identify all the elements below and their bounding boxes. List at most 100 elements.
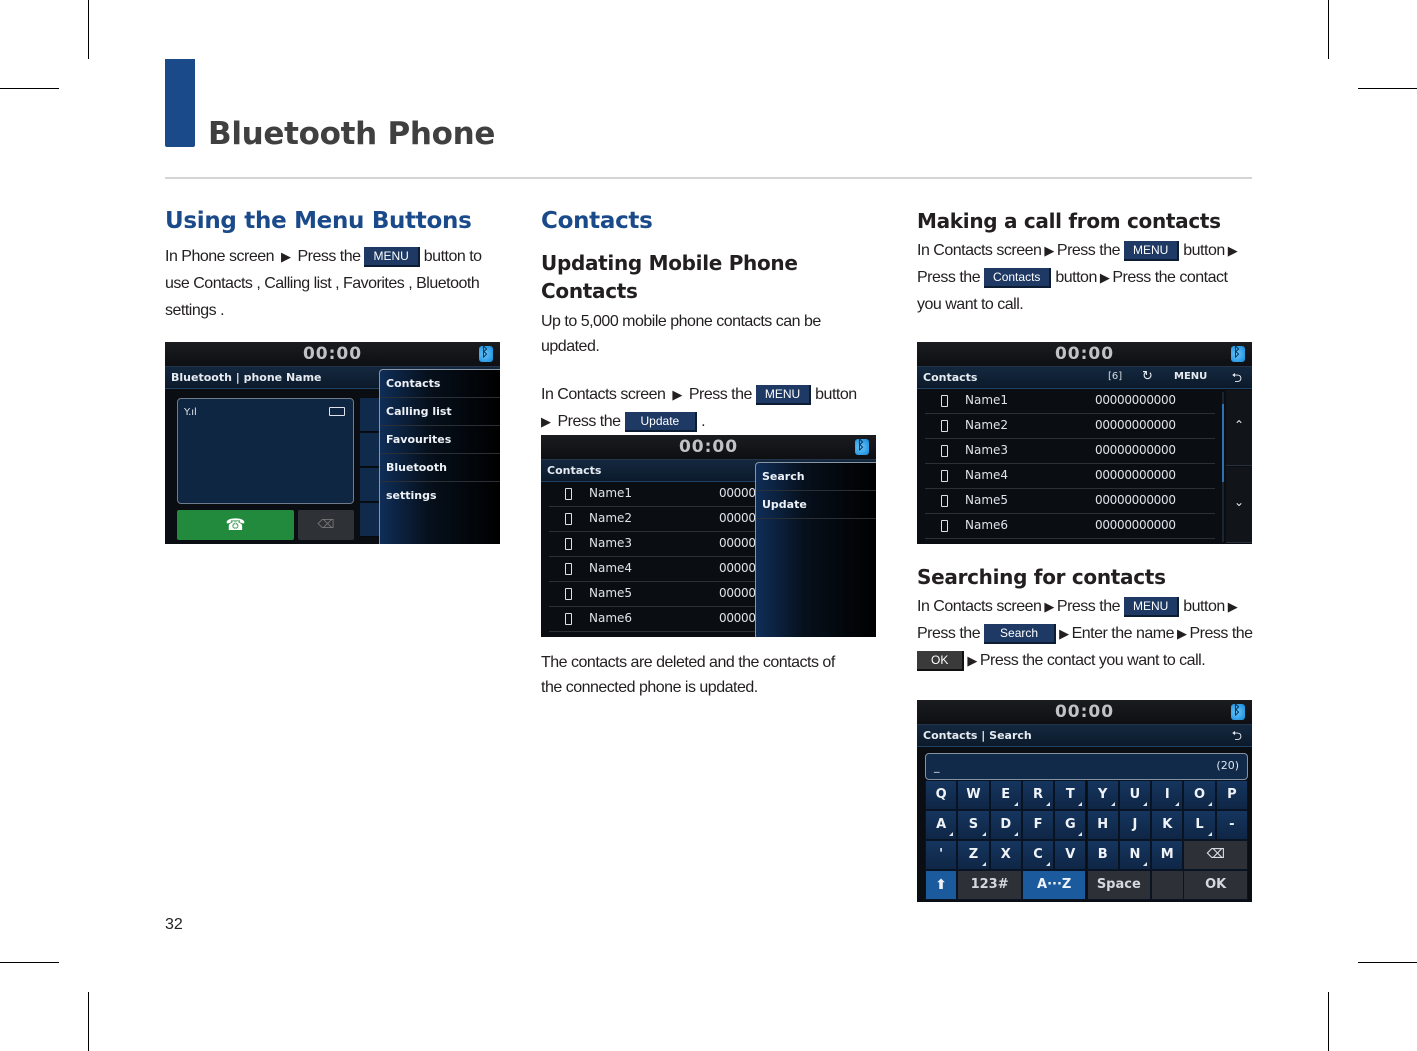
contact-row[interactable]: Name4 00000000000 xyxy=(925,464,1215,489)
key-b[interactable]: B xyxy=(1086,840,1119,870)
shift-key[interactable]: ⬆ xyxy=(925,870,958,900)
key-a-to-z[interactable]: A···Z xyxy=(1021,870,1087,900)
mobile-phone-icon xyxy=(565,513,572,525)
menu-item-calling-list[interactable]: Calling list xyxy=(380,398,500,426)
key-u[interactable]: U xyxy=(1118,780,1152,810)
instructions: In Phone screen ▶ Press the MENU button … xyxy=(165,243,501,324)
contact-row[interactable]: Name1 00000000000 xyxy=(925,389,1215,414)
contacts-list-screen-mockup: 00:00 Contacts [6] ↻ MENU ⮌ Name1 0000000… xyxy=(917,342,1252,544)
crop-mark xyxy=(88,0,89,59)
key-w[interactable]: W xyxy=(957,780,990,810)
search-input[interactable]: _ (20) xyxy=(925,753,1248,780)
contact-row[interactable]: Name3 00000000000 xyxy=(925,439,1215,464)
key-g[interactable]: G xyxy=(1054,810,1087,840)
key-m[interactable]: M xyxy=(1151,840,1184,870)
menu-item-search[interactable]: Search xyxy=(756,463,876,491)
backspace-key[interactable]: ⌫ xyxy=(1183,840,1248,870)
menu-item-update[interactable]: Update xyxy=(756,491,876,519)
column-call-from-contacts: Making a call from contacts In Contacts … xyxy=(917,205,1253,318)
key-r[interactable]: R xyxy=(1021,780,1055,810)
menu-button[interactable]: MENU xyxy=(1174,371,1207,382)
side-button[interactable] xyxy=(360,468,380,502)
ok-key[interactable]: OK xyxy=(1183,870,1248,900)
key-o[interactable]: O xyxy=(1183,780,1216,810)
header-divider xyxy=(165,177,1252,179)
key-h[interactable]: H xyxy=(1086,810,1119,840)
back-icon[interactable]: ⮌ xyxy=(1232,727,1242,749)
update-note: The contacts are deleted and the contact… xyxy=(541,654,835,696)
side-button[interactable] xyxy=(360,503,380,537)
menu-popup: Contacts Calling list Favourites Bluetoo… xyxy=(379,369,500,544)
status-bar: 00:00 xyxy=(917,700,1252,725)
key-s[interactable]: S xyxy=(957,810,990,840)
call-button[interactable]: ☎ xyxy=(177,510,294,540)
scrollbar[interactable] xyxy=(1222,392,1224,542)
menu-item-contacts[interactable]: Contacts xyxy=(380,370,500,398)
contact-name: Name1 xyxy=(589,486,633,500)
key-c[interactable]: C xyxy=(1021,840,1055,870)
contact-number: 00000000000 xyxy=(1095,493,1176,507)
key-n[interactable]: N xyxy=(1118,840,1152,870)
back-icon[interactable]: ⮌ xyxy=(1232,369,1242,391)
key-d[interactable]: D xyxy=(989,810,1022,840)
contact-number: 00000 xyxy=(719,511,756,525)
page-number: 32 xyxy=(165,916,183,933)
key-v[interactable]: V xyxy=(1054,840,1087,870)
screen-title-bar: Contacts | Search ⮌ xyxy=(917,725,1252,747)
screen-title-bar: Contacts [6] ↻ MENU ⮌ xyxy=(917,367,1252,389)
key-x[interactable]: X xyxy=(989,840,1022,870)
key-123-symbols[interactable]: 123# xyxy=(957,870,1022,900)
contact-row[interactable]: Name2 00000000000 xyxy=(925,414,1215,439)
side-button[interactable] xyxy=(360,433,380,467)
key-y[interactable]: Y xyxy=(1086,780,1119,810)
contacts-button-label: Contacts xyxy=(984,268,1052,288)
status-bar: 00:00 xyxy=(541,435,876,460)
key-f[interactable]: F xyxy=(1021,810,1055,840)
space-key[interactable]: Space xyxy=(1086,870,1152,900)
contact-number: 00000000000 xyxy=(1095,518,1176,532)
key-apostrophe[interactable]: ' xyxy=(925,840,958,870)
key-q[interactable]: Q xyxy=(925,780,958,810)
mobile-phone-icon xyxy=(565,538,572,550)
contact-row[interactable]: Name6 00000000000 xyxy=(925,514,1215,539)
mobile-phone-icon xyxy=(941,395,948,407)
instruction-text: Press the contact you want to call. xyxy=(979,652,1206,669)
scrollbar-thumb[interactable] xyxy=(1222,404,1224,482)
contact-row[interactable]: Name5 00000000000 xyxy=(925,489,1215,514)
mobile-phone-icon xyxy=(941,470,948,482)
menu-item-bluetooth-settings[interactable]: Bluetooth settings xyxy=(380,454,500,502)
delete-button[interactable]: ⌫ xyxy=(298,510,354,540)
scroll-up-button[interactable]: ⌃ xyxy=(1226,390,1252,466)
key-l[interactable]: L xyxy=(1183,810,1216,840)
mobile-phone-icon xyxy=(941,520,948,532)
clock: 00:00 xyxy=(678,437,739,457)
key-i[interactable]: I xyxy=(1151,780,1184,810)
mobile-phone-icon xyxy=(565,563,572,575)
key-a[interactable]: A xyxy=(925,810,958,840)
arrow-icon: ▶ xyxy=(280,249,291,264)
scroll-down-button[interactable]: ⌄ xyxy=(1226,467,1252,543)
menu-button-label: MENU xyxy=(1123,241,1180,261)
key-e[interactable]: E xyxy=(989,780,1022,810)
key-k[interactable]: K xyxy=(1151,810,1184,840)
side-button[interactable] xyxy=(360,398,380,432)
mobile-phone-icon xyxy=(941,495,948,507)
key-z[interactable]: Z xyxy=(957,840,990,870)
bluetooth-icon xyxy=(479,345,493,362)
contact-name: Name5 xyxy=(589,586,633,600)
status-bar: 00:00 xyxy=(917,342,1252,367)
arrow-icon: ▶ xyxy=(967,653,977,668)
menu-item-favourites[interactable]: Favourites xyxy=(380,426,500,454)
contact-name: Name4 xyxy=(965,468,1009,482)
key-hyphen[interactable]: - xyxy=(1215,810,1248,840)
refresh-icon[interactable]: ↻ xyxy=(1142,369,1153,384)
key-t[interactable]: T xyxy=(1054,780,1087,810)
clock: 00:00 xyxy=(1054,702,1115,722)
instruction-text: In Phone screen xyxy=(165,248,275,265)
search-input-value: _ xyxy=(934,760,940,773)
column-menu-buttons: Using the Menu Buttons In Phone screen ▶… xyxy=(165,205,501,324)
key-p[interactable]: P xyxy=(1215,780,1248,810)
key-j[interactable]: J xyxy=(1118,810,1152,840)
instruction-text: button xyxy=(1055,269,1097,286)
instruction-text: Enter the name xyxy=(1071,625,1175,642)
